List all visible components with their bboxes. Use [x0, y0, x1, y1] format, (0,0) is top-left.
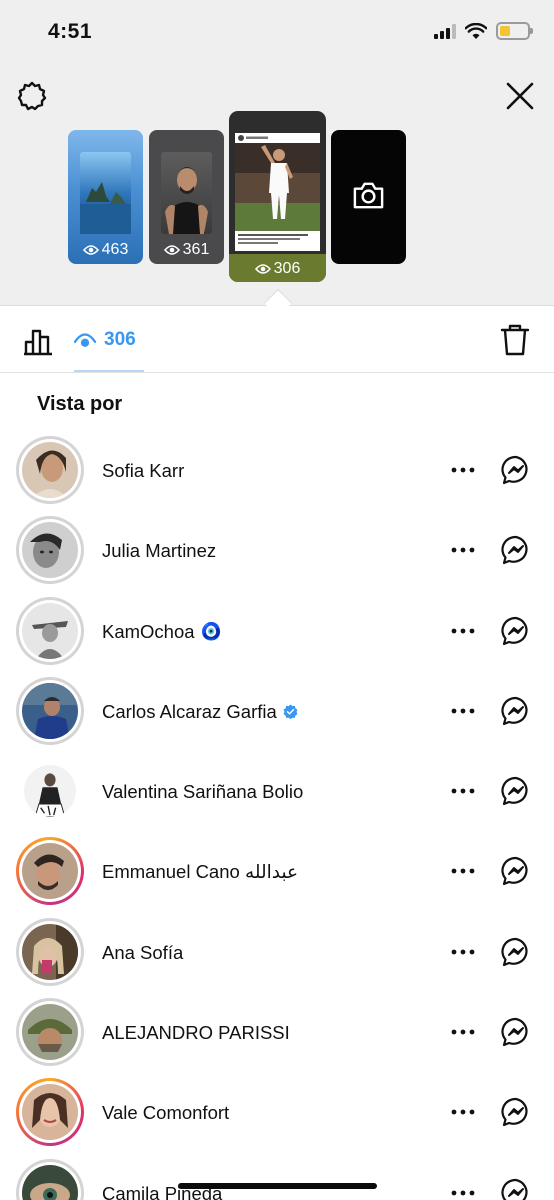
avatar[interactable]	[16, 596, 84, 665]
more-options-icon[interactable]	[450, 460, 476, 480]
viewer-name[interactable]: Vale Comonfort	[102, 1102, 229, 1124]
avatar[interactable]	[16, 1158, 84, 1200]
list-item[interactable]: Emmanuel Cano عبدالله	[0, 833, 554, 913]
more-options-icon[interactable]	[450, 781, 476, 801]
story-views-1: 463	[68, 241, 143, 259]
active-tab-indicator	[74, 370, 144, 372]
more-options-icon[interactable]	[450, 1183, 476, 1200]
avatar[interactable]	[16, 837, 84, 906]
messenger-icon[interactable]	[500, 534, 532, 566]
viewer-name[interactable]: Ana Sofía	[102, 942, 183, 964]
avatar[interactable]	[16, 917, 84, 986]
messenger-icon[interactable]	[500, 775, 532, 807]
settings-gear-icon[interactable]	[16, 80, 48, 112]
avatar[interactable]	[16, 676, 84, 745]
viewer-name[interactable]: Julia Martinez	[102, 540, 216, 562]
avatar[interactable]	[16, 998, 84, 1067]
more-options-icon[interactable]	[450, 861, 476, 881]
story-viewer-header: 4:51 463 361 306	[0, 0, 554, 306]
messenger-icon[interactable]	[500, 936, 532, 968]
eye-icon	[74, 333, 96, 347]
story-views-3: 306	[229, 260, 326, 278]
messenger-icon[interactable]	[500, 1096, 532, 1128]
messenger-icon[interactable]	[500, 454, 532, 486]
wifi-icon	[465, 22, 487, 39]
avatar[interactable]	[16, 436, 84, 504]
story-views-2: 361	[149, 241, 224, 259]
viewer-name[interactable]: ALEJANDRO PARISSI	[102, 1022, 290, 1044]
list-item[interactable]: Ana Sofía	[0, 914, 554, 994]
viewer-name[interactable]: Valentina Sariñana Bolio	[102, 781, 303, 803]
status-time: 4:51	[48, 20, 93, 43]
delete-trash-icon[interactable]	[500, 323, 530, 357]
viewer-name[interactable]: Emmanuel Cano عبدالله	[102, 861, 298, 883]
story-image	[161, 152, 212, 234]
viewer-list: Sofia Karr Julia Martinez KamOchoa 🧿 Carl…	[0, 432, 554, 1200]
insights-chart-icon[interactable]	[22, 325, 54, 357]
viewer-name[interactable]: KamOchoa 🧿	[102, 621, 222, 643]
more-options-icon[interactable]	[450, 701, 476, 721]
more-options-icon[interactable]	[450, 1102, 476, 1122]
list-item[interactable]: Sofia Karr	[0, 432, 554, 512]
story-image	[235, 133, 320, 251]
more-options-icon[interactable]	[450, 942, 476, 962]
more-options-icon[interactable]	[450, 621, 476, 641]
battery-icon	[496, 22, 533, 40]
messenger-icon[interactable]	[500, 1177, 532, 1200]
home-indicator[interactable]	[178, 1183, 377, 1189]
verified-badge-icon	[283, 704, 298, 720]
messenger-icon[interactable]	[500, 615, 532, 647]
viewed-by-heading: Vista por	[37, 393, 123, 415]
avatar[interactable]	[16, 757, 84, 826]
eye-icon	[82, 245, 99, 255]
list-item[interactable]: ALEJANDRO PARISSI	[0, 994, 554, 1074]
nazar-eye-badge-icon: 🧿	[200, 621, 222, 641]
messenger-icon[interactable]	[500, 855, 532, 887]
insights-tab-row: 306	[0, 307, 554, 373]
story-thumbnail-3-selected[interactable]: 306	[229, 111, 326, 282]
eye-icon	[163, 245, 180, 255]
cellular-signal-icon	[434, 23, 456, 39]
more-options-icon[interactable]	[450, 540, 476, 560]
avatar[interactable]	[16, 1078, 84, 1147]
avatar[interactable]	[16, 516, 84, 585]
camera-icon	[353, 182, 384, 209]
list-item[interactable]: KamOchoa 🧿	[0, 593, 554, 673]
viewer-name[interactable]: Sofia Karr	[102, 460, 184, 482]
viewer-name[interactable]: Carlos Alcaraz Garfia	[102, 701, 298, 723]
add-story-camera-tile[interactable]	[331, 130, 406, 264]
viewers-tab[interactable]: 306	[74, 307, 144, 373]
eye-icon	[254, 264, 271, 274]
status-icons	[434, 22, 533, 40]
more-options-icon[interactable]	[450, 1022, 476, 1042]
close-icon[interactable]	[504, 80, 536, 112]
list-item[interactable]: Valentina Sariñana Bolio	[0, 753, 554, 833]
status-bar: 4:51	[0, 0, 554, 62]
story-image	[80, 152, 131, 234]
story-thumbnail-2[interactable]: 361	[149, 130, 224, 264]
list-item[interactable]: Vale Comonfort	[0, 1074, 554, 1154]
list-item[interactable]: Camila Pineda	[0, 1155, 554, 1200]
list-item[interactable]: Julia Martinez	[0, 512, 554, 592]
viewers-count: 306	[104, 329, 136, 350]
story-thumbnail-1[interactable]: 463	[68, 130, 143, 264]
messenger-icon[interactable]	[500, 695, 532, 727]
list-item[interactable]: Carlos Alcaraz Garfia	[0, 673, 554, 753]
messenger-icon[interactable]	[500, 1016, 532, 1048]
